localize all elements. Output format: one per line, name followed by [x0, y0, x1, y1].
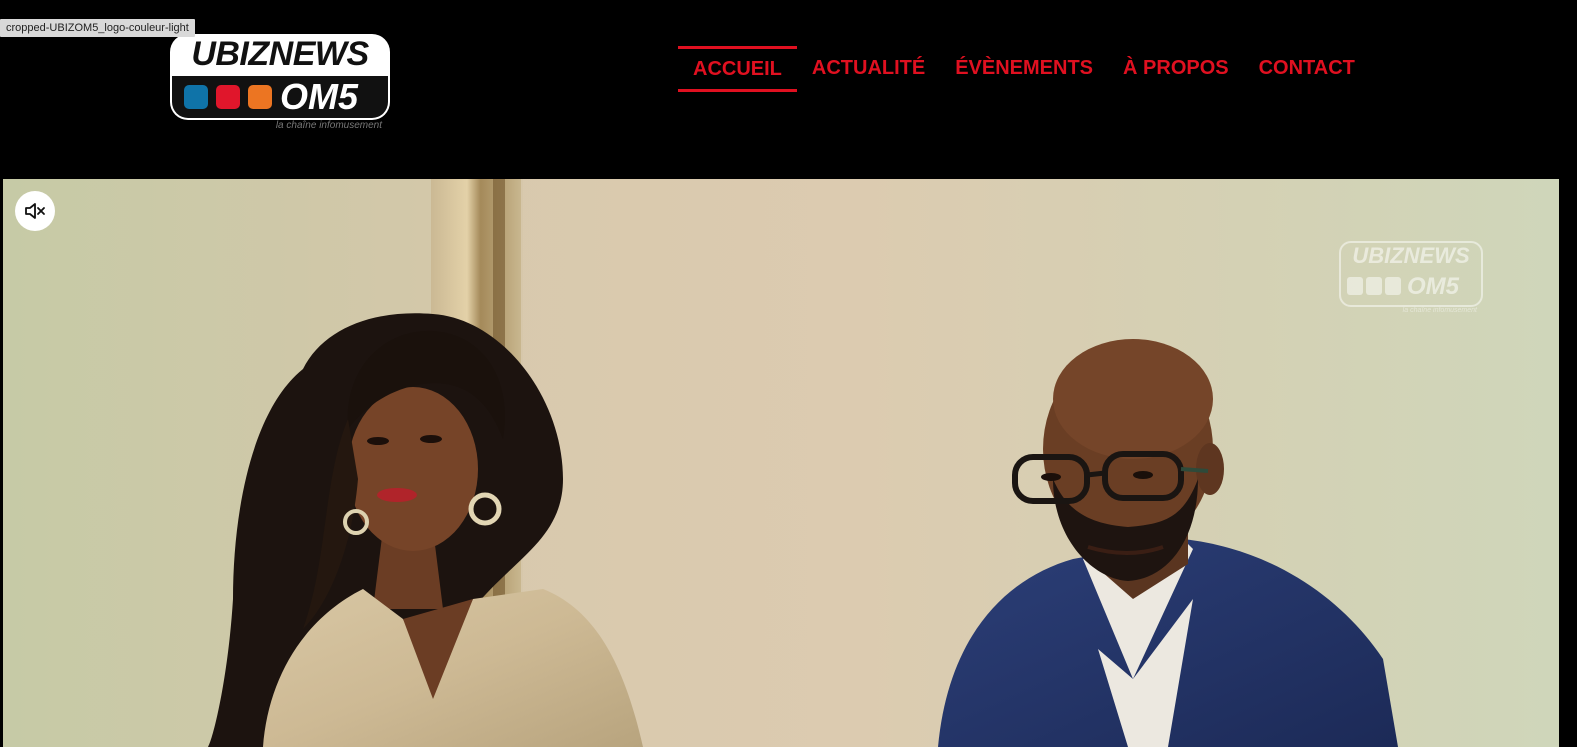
main-nav: ACCUEIL ACTUALITÉ ÉVÈNEMENTS À PROPOS CO… — [678, 46, 1370, 92]
watermark-tagline: la chaîne infomusement — [1402, 307, 1477, 314]
watermark-color-bar: OM5 — [1345, 273, 1477, 301]
logo-orange-square — [248, 85, 272, 109]
nav-item-a-propos[interactable]: À PROPOS — [1108, 46, 1244, 92]
nav-item-actualite[interactable]: ACTUALITÉ — [797, 46, 940, 92]
logo-red-square — [216, 85, 240, 109]
logo-brand-text: UBIZNEWS — [191, 35, 369, 73]
logo-tagline: la chaîne infomusement — [275, 120, 382, 131]
watermark-om5-text: OM5 — [1407, 273, 1460, 300]
nav-item-evenements[interactable]: ÉVÈNEMENTS — [940, 46, 1108, 92]
channel-watermark: UBIZNEWS OM5 la chaîne infomusement — [1339, 241, 1483, 321]
logo-blue-square — [184, 85, 208, 109]
video-frame — [3, 179, 1398, 747]
logo-color-bar: OM5 — [172, 76, 388, 118]
site-logo[interactable]: UBIZNEWS OM5 la chaîne infomusement — [170, 34, 392, 134]
nav-item-accueil[interactable]: ACCUEIL — [678, 46, 797, 92]
speaker-muted-icon — [25, 203, 45, 219]
presenter-man — [938, 339, 1398, 747]
watermark-brand-text: UBIZNEWS — [1352, 243, 1470, 268]
hero-video[interactable]: UBIZNEWS OM5 la chaîne infomusement — [3, 179, 1559, 747]
watermark-square — [1366, 277, 1382, 295]
watermark-square — [1347, 277, 1363, 295]
mute-toggle-button[interactable] — [15, 191, 55, 231]
watermark-square — [1385, 277, 1401, 295]
page: cropped-UBIZOM5_logo-couleur-light UBIZN… — [0, 0, 1577, 747]
image-alt-tooltip: cropped-UBIZOM5_logo-couleur-light — [0, 19, 195, 37]
nav-item-contact[interactable]: CONTACT — [1244, 46, 1370, 92]
logo-om5-text: OM5 — [280, 76, 359, 117]
